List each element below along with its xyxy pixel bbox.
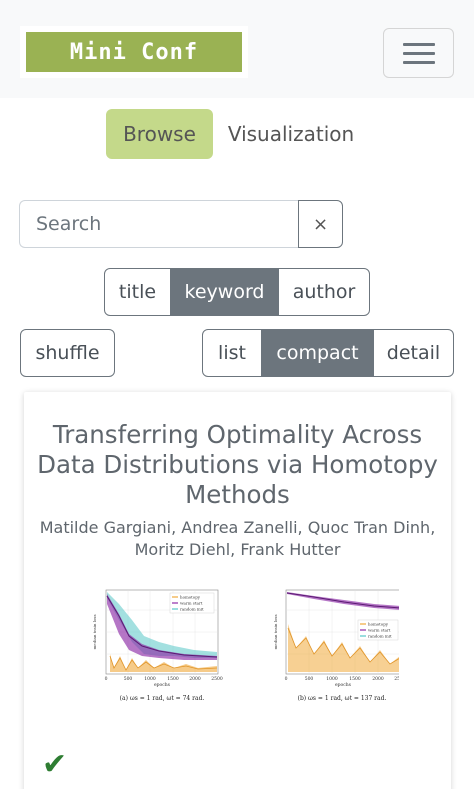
check-icon: ✔ (42, 747, 68, 782)
svg-text:1000: 1000 (326, 676, 338, 682)
nav-browse[interactable]: Browse (106, 109, 213, 159)
svg-text:median train loss: median train loss (273, 614, 278, 649)
svg-text:1500: 1500 (349, 676, 361, 682)
svg-text:1000: 1000 (144, 676, 156, 682)
svg-text:2000: 2000 (372, 676, 384, 682)
view-detail[interactable]: detail (373, 329, 454, 377)
hamburger-menu-button[interactable] (383, 28, 454, 78)
svg-text:500: 500 (305, 676, 314, 682)
filter-author[interactable]: author (278, 268, 370, 316)
thumbnail-right-plot: homotopy warm start random init 0 500 10… (273, 589, 399, 702)
svg-text:1500: 1500 (167, 676, 179, 682)
svg-text:2500: 2500 (211, 676, 223, 682)
search-filter-group: title keyword author (104, 268, 370, 316)
logo-link[interactable]: Mini Conf (20, 26, 248, 78)
svg-text:homotopy: homotopy (180, 595, 201, 600)
svg-text:homotopy: homotopy (368, 622, 389, 627)
paper-authors: Matilde Gargiani, Andrea Zanelli, Quoc T… (39, 518, 436, 559)
svg-text:2000: 2000 (189, 676, 201, 682)
shuffle-button[interactable]: shuffle (20, 329, 115, 377)
svg-text:epochs: epochs (335, 682, 352, 688)
view-list[interactable]: list (202, 329, 262, 377)
thumbnail-legend: homotopy warm start random init (169, 592, 215, 614)
filter-keyword[interactable]: keyword (170, 268, 279, 316)
nav-visualization[interactable]: Visualization (226, 109, 356, 159)
navbar: Mini Conf (0, 0, 474, 98)
view-mode-group: list compact detail (202, 329, 454, 377)
paper-title[interactable]: Transferring Optimality Across Data Dist… (34, 420, 441, 510)
svg-text:2500: 2500 (394, 676, 399, 682)
svg-text:random init: random init (368, 634, 392, 639)
svg-text:random init: random init (180, 607, 204, 612)
filter-title[interactable]: title (104, 268, 171, 316)
hamburger-menu-icon (403, 43, 435, 46)
thumbnail-left-plot: homotopy warm start random init 0 500 10… (92, 589, 223, 702)
svg-text:warm start: warm start (180, 601, 203, 606)
svg-text:epochs: epochs (154, 682, 171, 688)
view-compact[interactable]: compact (261, 329, 374, 377)
svg-text:warm start: warm start (368, 628, 391, 633)
logo: Mini Conf (26, 32, 242, 72)
svg-text:500: 500 (124, 676, 133, 682)
search-input[interactable] (19, 200, 299, 248)
paper-thumbnail[interactable]: homotopy warm start random init 0 500 10… (74, 584, 399, 712)
thumbnail-left-caption: (a) ωs = 1 rad, ωt = 74 rad. (120, 695, 205, 702)
thumbnail-right-caption: (b) ωs = 1 rad, ωt = 137 rad. (298, 695, 387, 702)
paper-card[interactable]: Transferring Optimality Across Data Dist… (24, 392, 451, 789)
svg-text:0: 0 (105, 676, 108, 682)
svg-text:median train loss: median train loss (92, 614, 97, 649)
svg-text:0: 0 (285, 676, 288, 682)
search-clear-button[interactable]: × (298, 200, 343, 248)
